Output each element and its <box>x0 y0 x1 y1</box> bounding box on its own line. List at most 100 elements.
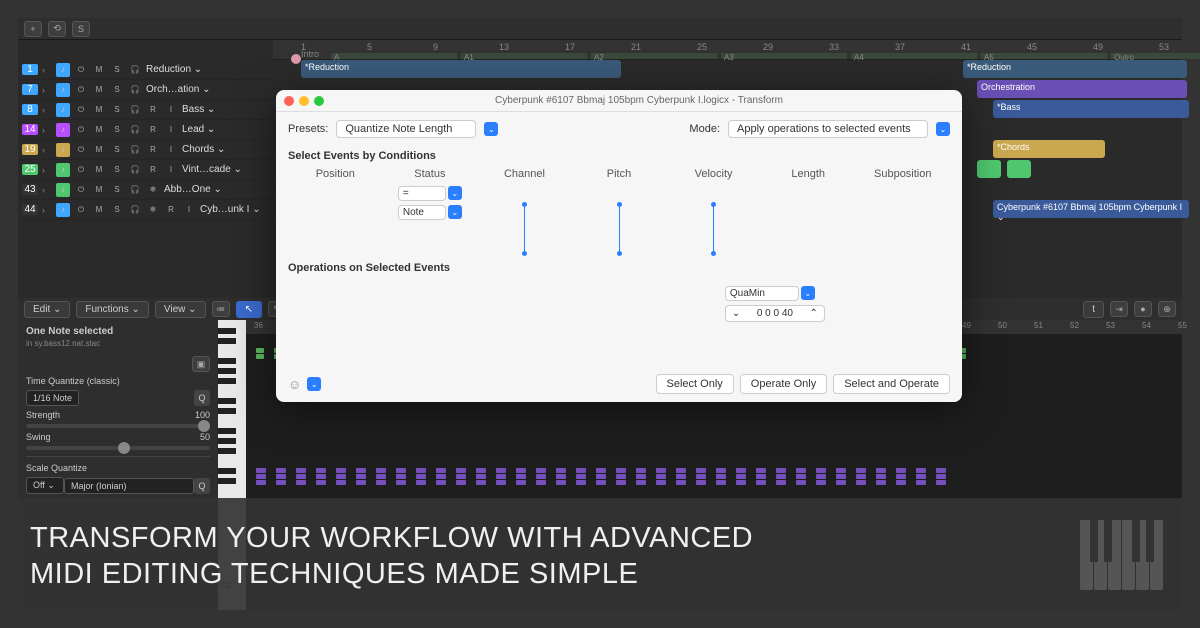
status-val-arrow-icon[interactable]: ⌄ <box>448 205 462 219</box>
swing-slider[interactable] <box>26 446 210 450</box>
zoom-dot-icon[interactable]: ● <box>1134 301 1152 317</box>
midi-note[interactable] <box>356 468 366 473</box>
midi-note[interactable] <box>256 480 266 485</box>
midi-note[interactable] <box>316 480 326 485</box>
solo-button[interactable]: S <box>110 104 124 116</box>
midi-note[interactable] <box>836 480 846 485</box>
power-button[interactable]: ⏻ <box>74 184 88 196</box>
midi-note[interactable] <box>596 474 606 479</box>
midi-note[interactable] <box>736 474 746 479</box>
midi-note[interactable] <box>936 468 946 473</box>
disclosure-icon[interactable]: › <box>42 85 52 95</box>
midi-note[interactable] <box>516 468 526 473</box>
midi-note[interactable] <box>276 474 286 479</box>
power-button[interactable]: ⏻ <box>74 144 88 156</box>
midi-note[interactable] <box>756 474 766 479</box>
zoom-out-icon[interactable]: ⊕ <box>1158 301 1176 317</box>
input-button[interactable]: I <box>164 144 178 156</box>
disclosure-icon[interactable]: › <box>42 105 52 115</box>
loop-button[interactable]: ⟲ <box>48 21 66 37</box>
midi-note[interactable] <box>316 468 326 473</box>
black-key[interactable] <box>218 338 236 344</box>
midi-note[interactable] <box>836 474 846 479</box>
midi-note[interactable] <box>916 480 926 485</box>
operation-arrow-icon[interactable]: ⌄ <box>801 286 815 300</box>
track-color-icon[interactable]: ♪ <box>56 143 70 157</box>
midi-note[interactable] <box>576 468 586 473</box>
power-button[interactable]: ⏻ <box>74 164 88 176</box>
track-color-icon[interactable]: ♪ <box>56 163 70 177</box>
midi-note[interactable] <box>876 474 886 479</box>
operation-select[interactable]: QuaMin <box>725 286 799 301</box>
midi-note[interactable] <box>676 480 686 485</box>
midi-note[interactable] <box>796 480 806 485</box>
midi-note[interactable] <box>836 468 846 473</box>
midi-note[interactable] <box>676 474 686 479</box>
disclosure-icon[interactable]: › <box>42 65 52 75</box>
midi-note[interactable] <box>336 468 346 473</box>
view-menu[interactable]: View ⌄ <box>155 301 206 318</box>
edit-menu[interactable]: Edit ⌄ <box>24 301 70 318</box>
solo-button[interactable]: S <box>110 184 124 196</box>
midi-note[interactable] <box>576 480 586 485</box>
midi-note[interactable] <box>896 468 906 473</box>
midi-note[interactable] <box>676 468 686 473</box>
midi-note[interactable] <box>936 474 946 479</box>
midi-note[interactable] <box>476 468 486 473</box>
midi-note[interactable] <box>636 474 646 479</box>
record-button[interactable]: R <box>146 164 160 176</box>
black-key[interactable] <box>218 368 236 374</box>
zoom-icon[interactable] <box>314 96 324 106</box>
quantize-button[interactable]: Q <box>194 390 210 406</box>
midi-note[interactable] <box>416 480 426 485</box>
midi-note[interactable] <box>696 474 706 479</box>
midi-note[interactable] <box>856 474 866 479</box>
midi-note[interactable] <box>796 468 806 473</box>
mute-button[interactable]: M <box>92 164 106 176</box>
midi-note[interactable] <box>716 468 726 473</box>
midi-note[interactable] <box>936 480 946 485</box>
track-row[interactable]: 44 › ♪ ⏻ M S 🎧 ❄ RI Cyb…unk I ⌄ <box>18 200 273 220</box>
midi-note[interactable] <box>556 468 566 473</box>
midi-note[interactable] <box>716 474 726 479</box>
midi-note[interactable] <box>376 474 386 479</box>
collapse-icon[interactable]: ≔ <box>212 301 230 317</box>
midi-region[interactable]: *Bass <box>993 100 1189 118</box>
midi-region[interactable]: *Reduction <box>301 60 621 78</box>
midi-note[interactable] <box>376 480 386 485</box>
midi-note[interactable] <box>296 480 306 485</box>
solo-button[interactable]: S <box>110 124 124 136</box>
midi-note[interactable] <box>496 468 506 473</box>
midi-note[interactable] <box>436 480 446 485</box>
solo-button[interactable]: S <box>110 164 124 176</box>
mode-dropdown-icon[interactable]: ⌄ <box>936 122 950 136</box>
midi-note[interactable] <box>776 468 786 473</box>
track-row[interactable]: 8 › ♪ ⏻ M S 🎧 RI Bass ⌄ <box>18 100 273 120</box>
arrangement-section[interactable]: A2 <box>591 53 717 59</box>
midi-note[interactable] <box>656 468 666 473</box>
status-val-select[interactable]: Note <box>398 205 446 220</box>
scale-mode-select[interactable]: Major (Ionian) <box>64 478 194 494</box>
mute-button[interactable]: M <box>92 124 106 136</box>
midi-note[interactable] <box>516 474 526 479</box>
disclosure-icon[interactable]: › <box>42 165 52 175</box>
link-icon[interactable]: ⇥ <box>1110 301 1128 317</box>
midi-note[interactable] <box>816 468 826 473</box>
midi-note[interactable] <box>536 474 546 479</box>
camera-icon[interactable]: ▣ <box>192 356 210 372</box>
mute-button[interactable]: M <box>92 64 106 76</box>
midi-note[interactable] <box>516 480 526 485</box>
midi-note[interactable] <box>256 474 266 479</box>
midi-note[interactable] <box>476 474 486 479</box>
select-only-button[interactable]: Select Only <box>656 374 734 394</box>
status-op-select[interactable]: = <box>398 186 446 201</box>
functions-menu[interactable]: Functions ⌄ <box>76 301 149 318</box>
midi-note[interactable] <box>556 474 566 479</box>
midi-note[interactable] <box>336 474 346 479</box>
track-row[interactable]: 1 › ♪ ⏻ M S 🎧 Reduction ⌄ <box>18 60 273 80</box>
midi-note[interactable] <box>276 468 286 473</box>
midi-note[interactable] <box>776 474 786 479</box>
midi-note[interactable] <box>636 468 646 473</box>
midi-region[interactable]: *Chords <box>993 140 1105 158</box>
timeline-ruler[interactable]: Intro 1591317212529333741454953AA1A2A3A4… <box>273 40 1182 60</box>
